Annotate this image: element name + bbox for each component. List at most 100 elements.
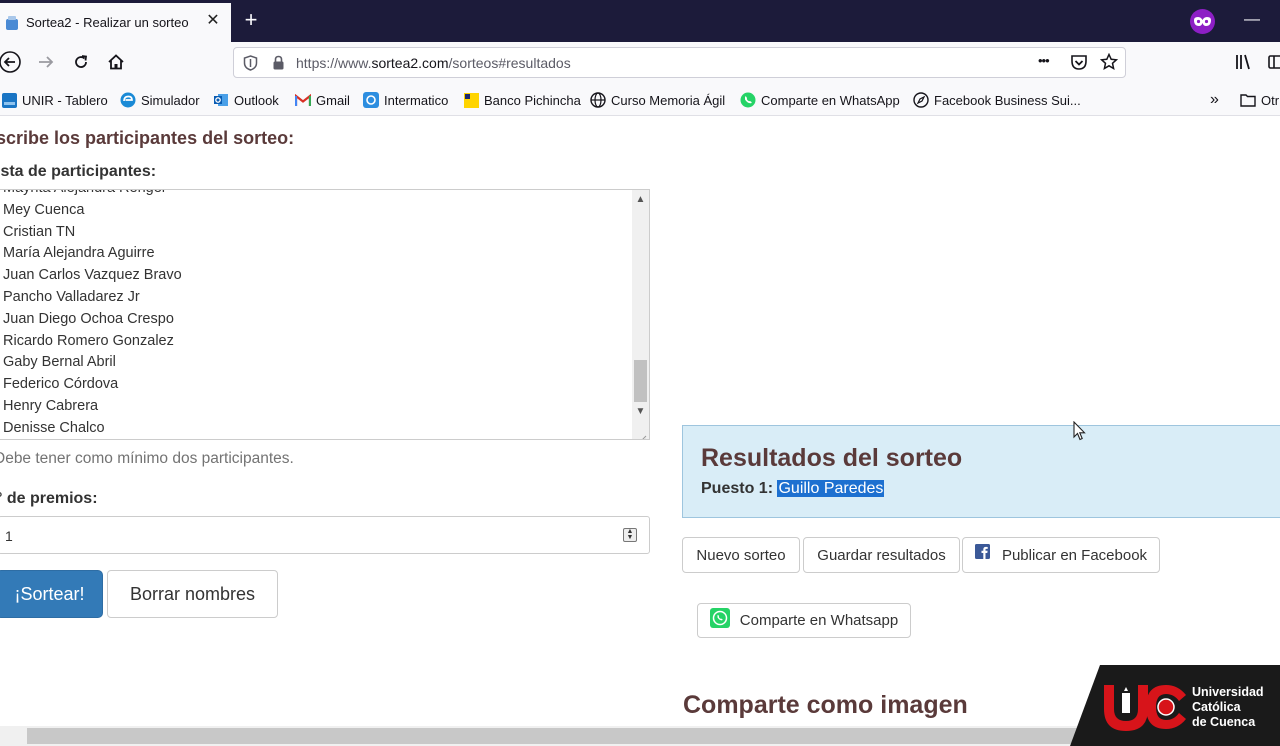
participant-line: María Alejandra Aguirre — [3, 245, 155, 262]
draw-button[interactable]: ¡Sortear! — [0, 570, 103, 618]
scroll-up-icon[interactable]: ▲ — [635, 194, 646, 205]
facebook-icon — [974, 543, 990, 559]
participant-line: Cristian TN — [3, 223, 76, 240]
page-actions-menu-icon[interactable]: ••• — [1038, 53, 1050, 68]
new-draw-button[interactable]: Nuevo sorteo — [682, 537, 800, 573]
participants-textarea[interactable]: Mayrita Alejandra RengerMey Cuenca Cristi… — [0, 189, 650, 440]
bookmark-label: Otr — [1261, 92, 1280, 108]
place-label: Puesto 1: — [701, 480, 774, 497]
tab-title: Sortea2 - Realizar un sorteo — [26, 15, 189, 30]
clear-names-button[interactable]: Borrar nombres — [107, 570, 278, 618]
shield-icon[interactable] — [243, 55, 258, 76]
browser-tab-sortea2[interactable]: Sortea2 - Realizar un sorteo ✕ — [0, 3, 231, 42]
bookmark-facebook-business[interactable]: Facebook Business Sui... — [913, 91, 1081, 109]
participant-line: Juan Carlos Vazquez Bravo — [3, 267, 182, 284]
save-results-button[interactable]: Guardar resultados — [803, 537, 960, 573]
page-content: scribe los participantes del sorteo: ist… — [0, 116, 1280, 726]
private-browsing-icon — [1190, 9, 1215, 34]
bookmarks-bar: UNIR - Tablero Simulador Outlook Gmail I… — [0, 82, 1280, 116]
bookmark-outlook[interactable]: Outlook — [213, 91, 279, 109]
close-tab-icon[interactable]: ✕ — [205, 13, 221, 29]
intermatico-icon — [363, 92, 379, 108]
bookmark-gmail[interactable]: Gmail — [295, 91, 350, 109]
bookmark-curso-memoria[interactable]: Curso Memoria Ágil — [590, 91, 725, 109]
share-whatsapp-button[interactable]: Comparte en Whatsapp — [697, 603, 911, 638]
bookmark-label: Banco Pichincha — [484, 92, 581, 108]
winner-name[interactable]: Guillo Paredes — [777, 480, 885, 497]
gmail-icon — [295, 92, 311, 108]
bookmark-label: Gmail — [316, 92, 350, 108]
bookmark-star-icon[interactable] — [1099, 52, 1119, 76]
minimize-window-icon[interactable]: — — [1244, 12, 1260, 28]
publish-facebook-button[interactable]: Publicar en Facebook — [962, 537, 1160, 573]
bank-icon — [463, 92, 479, 108]
bookmark-label: Curso Memoria Ágil — [611, 92, 726, 108]
participant-line: Gaby Bernal Abril — [3, 354, 116, 371]
forward-arrow-icon[interactable] — [34, 50, 58, 74]
mouse-cursor-icon — [1073, 420, 1087, 441]
participants-lines: Mayrita Alejandra RengerMey Cuenca Cristi… — [3, 190, 182, 439]
bookmark-banco-pichincha[interactable]: Banco Pichincha — [463, 91, 581, 109]
bookmark-label: Comparte en WhatsApp — [761, 92, 900, 108]
participants-help-text: Debe tener como mínimo dos participantes… — [0, 450, 294, 467]
url-text[interactable]: https://www.sortea2.com/sorteos#resultad… — [296, 55, 571, 71]
university-logo: Universidad Católica de Cuenca — [1070, 665, 1280, 746]
bookmark-label: Outlook — [234, 92, 279, 108]
participants-heading: scribe los participantes del sorteo: — [0, 128, 295, 148]
edge-icon — [120, 92, 136, 108]
bookmark-simulador[interactable]: Simulador — [120, 91, 200, 109]
globe-icon — [590, 92, 606, 108]
more-bookmarks-chevron-icon[interactable]: » — [1210, 91, 1219, 109]
new-tab-icon[interactable]: + — [240, 9, 262, 31]
textarea-scrollbar[interactable]: ▲ ▼ — [632, 190, 649, 439]
horizontal-scrollbar-thumb[interactable] — [27, 728, 1087, 744]
url-path: /sorteos#resultados — [448, 55, 571, 71]
sidebar-toggle-icon[interactable] — [1264, 50, 1280, 74]
university-name-line1: Universidad — [1192, 685, 1264, 699]
browser-tab-bar: Sortea2 - Realizar un sorteo ✕ + — — [0, 0, 1280, 42]
lock-icon[interactable] — [272, 55, 285, 75]
url-prefix: https://www. — [296, 55, 372, 71]
bookmark-comparte-whatsapp[interactable]: Comparte en WhatsApp — [740, 91, 900, 109]
participant-line: Federico Córdova — [3, 376, 119, 393]
browser-nav-bar: https://www.sortea2.com/sorteos#resultad… — [0, 42, 1280, 82]
whatsapp-icon — [740, 92, 756, 108]
results-title: Resultados del sorteo — [701, 444, 963, 472]
sortea2-favicon-icon — [4, 15, 20, 31]
pocket-icon[interactable] — [1070, 54, 1088, 76]
bookmark-label: Intermatico — [384, 92, 449, 108]
results-panel: Resultados del sorteo Puesto 1: Guillo P… — [682, 425, 1280, 518]
participants-list-label: ista de participantes: — [0, 163, 157, 180]
university-name: Universidad Católica de Cuenca — [1192, 685, 1264, 730]
participant-line: Denisse Chalco — [3, 419, 105, 436]
ucacue-emblem-icon — [1104, 685, 1186, 731]
bookmark-intermatico[interactable]: Intermatico — [363, 91, 448, 109]
participant-line: Mayrita Alejandra Renger — [3, 190, 182, 200]
scroll-down-icon[interactable]: ▼ — [635, 406, 646, 417]
bookmark-label: UNIR - Tablero — [22, 92, 108, 108]
scrollbar-thumb[interactable] — [634, 360, 647, 402]
number-spinner-icon[interactable]: ▲ ▼ — [623, 528, 637, 542]
participant-line: Pancho Valladarez Jr — [3, 288, 140, 305]
back-arrow-icon[interactable] — [0, 50, 22, 74]
address-bar[interactable]: https://www.sortea2.com/sorteos#resultad… — [233, 47, 1126, 78]
prizes-label: ° de premios: — [0, 490, 98, 507]
facebook-button-label: Publicar en Facebook — [1001, 546, 1148, 564]
share-image-title: Comparte como imagen — [683, 691, 968, 719]
resize-grip-icon[interactable] — [639, 430, 647, 439]
whatsapp-icon — [709, 607, 730, 628]
bookmark-label: Simulador — [141, 92, 200, 108]
outlook-icon — [213, 92, 229, 108]
university-name-line3: de Cuenca — [1192, 715, 1256, 729]
bookmark-other-folder[interactable]: Otr — [1240, 91, 1279, 109]
participant-line: Mey Cuenca — [3, 201, 85, 218]
home-icon[interactable] — [104, 50, 128, 74]
prizes-value: 1 — [5, 528, 13, 544]
participant-line: Ricardo Romero Gonzalez — [3, 332, 174, 349]
url-host: sortea2.com — [371, 55, 449, 71]
reload-icon[interactable] — [69, 50, 93, 74]
bookmark-unir[interactable]: UNIR - Tablero — [1, 91, 108, 109]
library-icon[interactable] — [1232, 50, 1256, 74]
prizes-number-input[interactable]: 1 ▲ ▼ — [0, 516, 650, 554]
university-name-line2: Católica — [1192, 700, 1241, 714]
